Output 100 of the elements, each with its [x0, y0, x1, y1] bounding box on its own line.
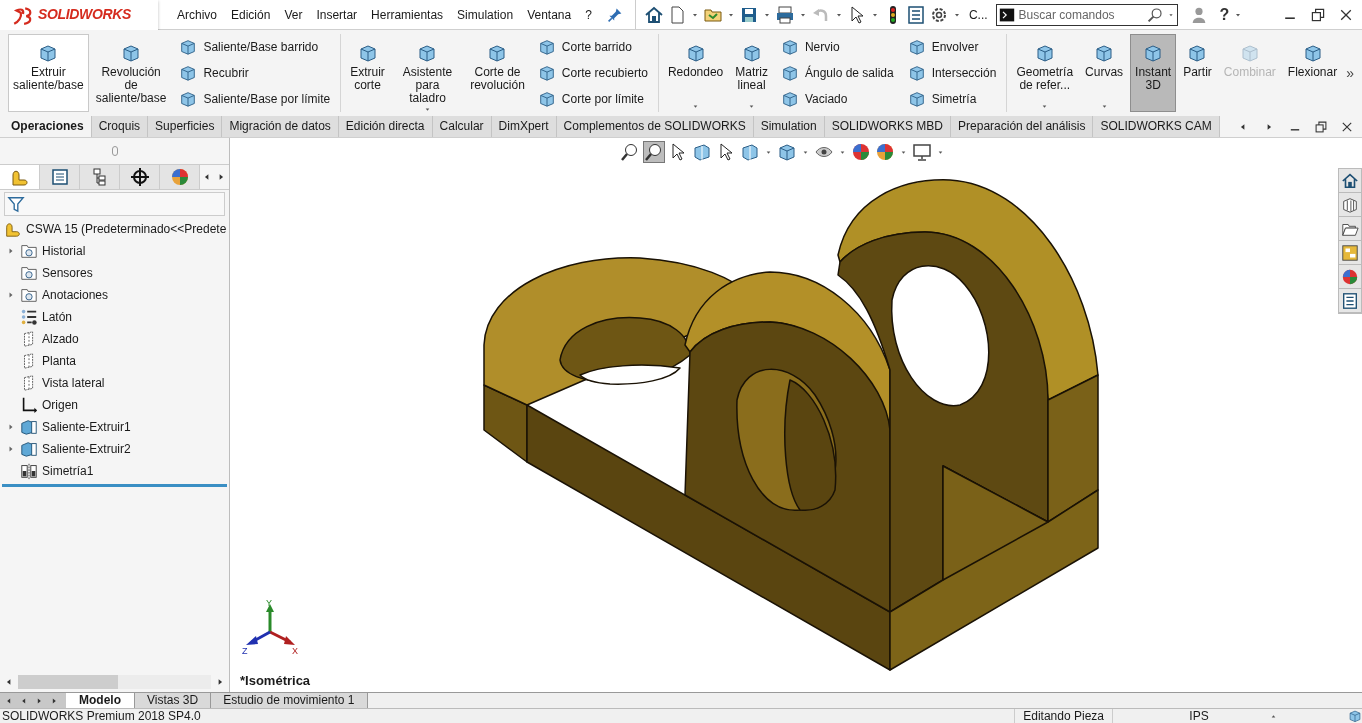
tree-item[interactable]: Planta: [42, 352, 77, 370]
target-tab-icon[interactable]: [129, 167, 150, 187]
scene-icon[interactable]: [875, 142, 895, 162]
tree-item[interactable]: Simetría1: [42, 462, 94, 480]
appearance-tab-icon[interactable]: [169, 167, 190, 187]
tree-root-label[interactable]: CSWA 15 (Predeterminado<<Predete: [26, 220, 227, 238]
ribbon-button[interactable]: Geometría de refer...: [1011, 34, 1079, 112]
ribbon-button[interactable]: Saliente/Base por límite: [177, 88, 333, 110]
cube-icon: [741, 43, 762, 63]
cube-icon: [907, 38, 926, 56]
search-icon[interactable]: [1146, 6, 1163, 23]
folder-icon: [20, 264, 38, 282]
restore-icon[interactable]: [1310, 6, 1326, 23]
cube-icon: [780, 90, 799, 108]
ribbon-button[interactable]: Curvas: [1080, 34, 1129, 112]
bottom-tab[interactable]: Modelo: [66, 693, 135, 708]
ribbon-button[interactable]: Partir: [1178, 34, 1217, 112]
ribbon-button[interactable]: Extruir corte: [345, 34, 390, 112]
ribbon-button[interactable]: Extruir saliente/base: [8, 34, 89, 112]
ribbon-button[interactable]: Recubrir: [177, 62, 333, 84]
tree-item[interactable]: Origen: [42, 396, 79, 414]
ribbon-button[interactable]: Revolución de saliente/base: [90, 34, 172, 112]
appearance-icon[interactable]: [1341, 267, 1359, 286]
ribbon-tab[interactable]: SOLIDWORKS CAM: [1093, 115, 1220, 137]
menu-item[interactable]: ?: [578, 1, 599, 28]
menu-item[interactable]: Archivo: [170, 1, 224, 28]
zoom-icon[interactable]: [620, 142, 640, 162]
ribbon-button[interactable]: Nervio: [778, 36, 896, 58]
view-palette-icon[interactable]: [1341, 243, 1359, 262]
ribbon-tab[interactable]: Complementos de SOLIDWORKS: [556, 115, 754, 137]
cube-icon: [780, 64, 799, 82]
ribbon-button[interactable]: Corte recubierto: [535, 62, 650, 84]
ribbon-button[interactable]: Instant 3D: [1130, 34, 1177, 112]
ribbon-tab[interactable]: Migración de datos: [222, 115, 339, 137]
cube-icon: [780, 38, 799, 56]
menu-item[interactable]: Herramientas: [364, 1, 451, 28]
folder-icon: [20, 286, 38, 304]
ribbon-button[interactable]: Saliente/Base barrido: [177, 36, 333, 58]
bottom-tab[interactable]: Vistas 3D: [135, 693, 212, 708]
display-style-icon[interactable]: [777, 142, 797, 162]
ribbon-button[interactable]: Ángulo de salida: [778, 62, 896, 84]
tree-item[interactable]: Vista lateral: [42, 374, 105, 392]
cube-icon: [1239, 43, 1260, 63]
menu-item[interactable]: Simulation: [450, 1, 521, 28]
search-field[interactable]: Buscar comandos: [995, 3, 1178, 26]
tree-item[interactable]: Latón: [42, 308, 73, 326]
ribbon-tab[interactable]: Superficies: [148, 115, 223, 137]
tree-item[interactable]: Alzado: [42, 330, 79, 348]
appearance-icon[interactable]: [851, 142, 871, 162]
filter-icon[interactable]: [7, 195, 25, 213]
overflow-menu[interactable]: C...: [968, 5, 988, 24]
cube-icon: [537, 90, 556, 108]
ribbon-button[interactable]: Matriz lineal: [730, 34, 773, 112]
scrollbar-thumb[interactable]: [18, 675, 118, 689]
ribbon-button[interactable]: Vaciado: [778, 88, 896, 110]
custom-properties-icon[interactable]: [1341, 291, 1359, 310]
cube-icon: [1034, 43, 1055, 63]
home-icon[interactable]: [643, 4, 664, 25]
ribbon-button[interactable]: Redondeo: [662, 34, 729, 112]
ribbon-button[interactable]: Intersección: [905, 62, 999, 84]
menu-item[interactable]: Insertar: [309, 1, 365, 28]
search-input[interactable]: Buscar comandos: [1018, 5, 1143, 24]
axis-label: Z: [242, 646, 248, 656]
print-icon[interactable]: [774, 4, 795, 25]
tree-item[interactable]: Anotaciones: [42, 286, 109, 304]
ribbon-button[interactable]: Asistente para taladro: [391, 34, 464, 112]
tree-item[interactable]: Sensores: [42, 264, 93, 282]
tree-item[interactable]: Saliente-Extruir2: [42, 440, 131, 458]
ribbon-button[interactable]: Corte barrido: [535, 36, 650, 58]
tree-item[interactable]: Historial: [42, 242, 86, 260]
axis-triad-drawing: [246, 604, 295, 645]
view-settings-icon[interactable]: [912, 142, 932, 162]
menu-item[interactable]: Ver: [277, 1, 310, 28]
menu-item[interactable]: Edición: [224, 1, 278, 28]
property-tab-icon[interactable]: [49, 167, 70, 187]
restore-icon[interactable]: [1314, 119, 1328, 134]
more-button[interactable]: »: [1346, 62, 1358, 84]
ribbon-button[interactable]: Corte de revolución: [465, 34, 530, 112]
view-orientation-icon[interactable]: [740, 142, 760, 162]
help-button[interactable]: ?: [1219, 2, 1230, 27]
ribbon-button[interactable]: Corte por límite: [535, 88, 650, 110]
list-icon[interactable]: [905, 4, 926, 25]
menu-item[interactable]: Ventana: [520, 1, 579, 28]
splitter-handle[interactable]: [111, 146, 118, 156]
ribbon-button[interactable]: Simetría: [905, 88, 999, 110]
home-icon[interactable]: [1341, 171, 1359, 190]
bottom-tab[interactable]: Estudio de movimiento 1: [211, 693, 368, 708]
design-library-icon[interactable]: [1341, 195, 1359, 214]
terminal-icon: [998, 6, 1015, 23]
pin-icon[interactable]: [606, 6, 623, 23]
ribbon-button[interactable]: Envolver: [905, 36, 999, 58]
section-view-icon[interactable]: [692, 142, 712, 162]
cube-icon: [685, 43, 706, 63]
units-button[interactable]: IPS: [1129, 709, 1269, 723]
ribbon-tab[interactable]: Preparación del análisis: [951, 115, 1094, 137]
ribbon-button[interactable]: Flexionar: [1282, 34, 1343, 112]
view-name-label: *Isométrica: [240, 671, 311, 690]
cube-icon: [1302, 43, 1323, 63]
tree-item[interactable]: Saliente-Extruir1: [42, 418, 131, 436]
zoom-area-icon[interactable]: [644, 142, 664, 162]
